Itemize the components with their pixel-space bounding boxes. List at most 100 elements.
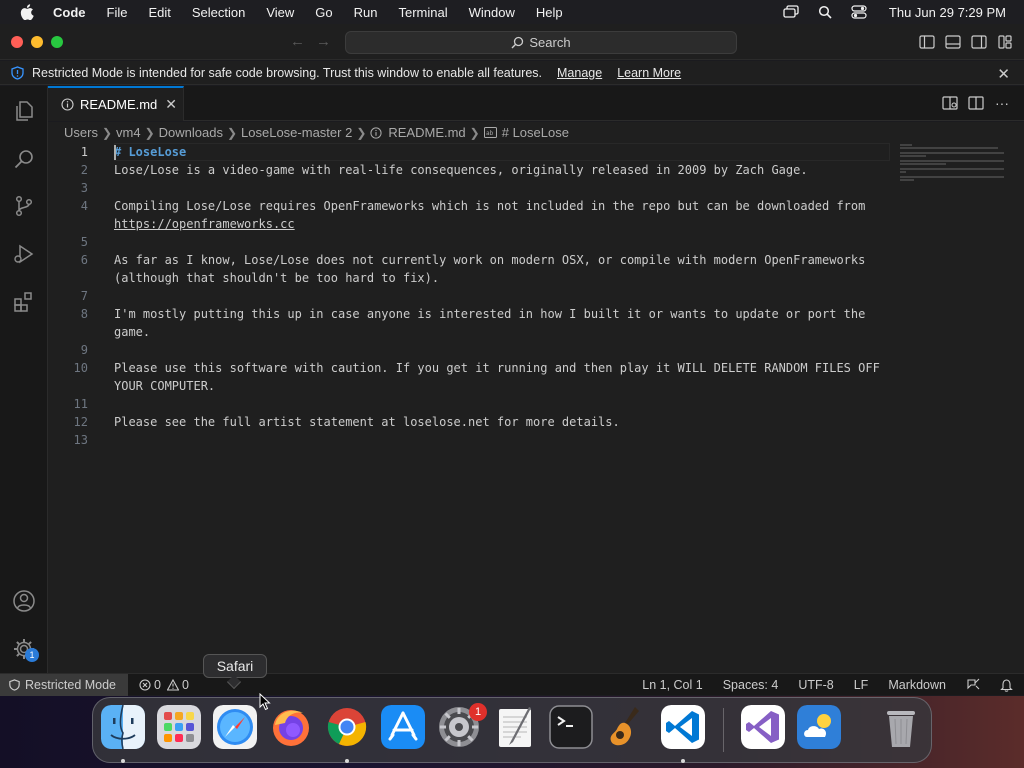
menu-terminal[interactable]: Terminal — [399, 5, 448, 20]
chevron-right-icon: ❯ — [101, 125, 113, 140]
code-line[interactable]: As far as I know, Lose/Lose does not cur… — [114, 251, 865, 269]
toggle-panel-icon[interactable] — [944, 33, 962, 51]
chevron-right-icon: ❯ — [469, 125, 480, 140]
chrome-icon[interactable] — [325, 705, 369, 749]
close-icon[interactable]: ✕ — [997, 65, 1010, 83]
indentation-status[interactable]: Spaces: 4 — [723, 678, 779, 692]
code-line[interactable]: Please use this software with caution. I… — [114, 359, 880, 377]
menu-edit[interactable]: Edit — [148, 5, 170, 20]
menu-help[interactable]: Help — [536, 5, 563, 20]
go-forward-icon[interactable]: → — [316, 33, 331, 50]
mouse-pointer-icon — [259, 692, 271, 716]
menu-window[interactable]: Window — [469, 5, 515, 20]
tab-label: README.md — [80, 97, 158, 112]
extensions-icon[interactable] — [10, 288, 38, 316]
restricted-mode-status[interactable]: Restricted Mode — [0, 674, 128, 696]
notifications-bell-icon[interactable] — [1000, 678, 1014, 692]
safari-icon[interactable] — [213, 705, 257, 749]
chevron-right-icon: ❯ — [356, 125, 367, 140]
text-cursor — [114, 145, 116, 160]
code-line[interactable]: I'm mostly putting this up in case anyon… — [114, 305, 865, 323]
source-control-icon[interactable] — [10, 192, 38, 220]
code-line[interactable]: Compiling Lose/Lose requires OpenFramewo… — [114, 197, 865, 215]
breadcrumb-users[interactable]: Users — [64, 125, 98, 140]
shield-icon — [11, 65, 25, 80]
code-line[interactable]: YOUR COMPUTER. — [114, 377, 215, 395]
dock-tooltip: Safari — [203, 654, 267, 678]
code-line-link[interactable]: https://openframeworks.cc — [114, 215, 295, 233]
code-line[interactable]: Please see the full artist statement at … — [114, 413, 620, 431]
garageband-icon[interactable] — [605, 705, 649, 749]
code-line[interactable]: (although that shouldn't be too hard to … — [114, 269, 439, 287]
code-line[interactable]: # LoseLose — [114, 143, 186, 161]
eol-status[interactable]: LF — [854, 678, 869, 692]
code-line[interactable]: game. — [114, 323, 150, 341]
code-line[interactable]: Lose/Lose is a video-game with real-life… — [114, 161, 808, 179]
window-close-button[interactable] — [11, 36, 23, 48]
breadcrumb-file[interactable]: README.md — [388, 125, 465, 140]
visual-studio-icon[interactable] — [741, 705, 785, 749]
feedback-icon[interactable] — [966, 678, 980, 692]
menu-view[interactable]: View — [266, 5, 294, 20]
trash-icon[interactable] — [879, 705, 923, 749]
line-number: 3 — [80, 181, 88, 195]
menu-app-name[interactable]: Code — [53, 5, 86, 20]
problems-status[interactable]: 0 0 — [139, 674, 189, 696]
tab-close-icon[interactable]: ✕ — [165, 96, 177, 113]
app-store-icon[interactable] — [381, 705, 425, 749]
menu-selection[interactable]: Selection — [192, 5, 245, 20]
macos-menubar: Code File Edit Selection View Go Run Ter… — [0, 0, 1024, 24]
command-center-search[interactable]: Search — [345, 31, 737, 54]
customize-layout-icon[interactable] — [996, 33, 1014, 51]
line-number: 10 — [73, 361, 88, 375]
finder-icon[interactable] — [101, 705, 145, 749]
textedit-icon[interactable] — [493, 705, 537, 749]
accounts-icon[interactable] — [10, 587, 38, 615]
window-minimize-button[interactable] — [31, 36, 43, 48]
go-back-icon[interactable]: ← — [290, 33, 305, 50]
banner-learn-more-link[interactable]: Learn More — [617, 66, 681, 80]
window-zoom-button[interactable] — [51, 36, 63, 48]
control-center-icon[interactable] — [851, 4, 867, 20]
cursor-position-status[interactable]: Ln 1, Col 1 — [642, 678, 702, 692]
more-actions-icon[interactable]: ··· — [994, 95, 1010, 111]
search-icon — [511, 36, 524, 49]
breadcrumb-symbol[interactable]: # LoseLose — [502, 125, 569, 140]
menu-go[interactable]: Go — [315, 5, 332, 20]
breadcrumb-downloads[interactable]: Downloads — [159, 125, 223, 140]
encoding-status[interactable]: UTF-8 — [798, 678, 833, 692]
line-number: 1 — [80, 145, 88, 159]
terminal-icon[interactable] — [549, 705, 593, 749]
line-number: 12 — [73, 415, 88, 429]
error-count: 0 — [154, 678, 161, 692]
open-preview-to-side-icon[interactable] — [942, 95, 958, 111]
menu-file[interactable]: File — [107, 5, 128, 20]
split-editor-icon[interactable] — [968, 95, 984, 111]
vscode-icon[interactable] — [661, 705, 705, 749]
minimap[interactable] — [900, 143, 1008, 183]
breadcrumb-vm4[interactable]: vm4 — [116, 125, 141, 140]
line-number: 5 — [80, 235, 88, 249]
weather-icon[interactable] — [797, 705, 841, 749]
code-editor[interactable]: 1 # LoseLose 2 Lose/Lose is a video-game… — [48, 143, 1024, 673]
launchpad-icon[interactable] — [157, 705, 201, 749]
explorer-icon[interactable] — [10, 97, 38, 125]
spotlight-search-icon[interactable] — [817, 4, 833, 20]
toggle-secondary-sidebar-icon[interactable] — [970, 33, 988, 51]
firefox-icon[interactable] — [269, 705, 313, 749]
banner-message: Restricted Mode is intended for safe cod… — [32, 65, 542, 80]
toggle-primary-sidebar-icon[interactable] — [918, 33, 936, 51]
screen-mirroring-icon[interactable] — [783, 4, 799, 20]
tab-readme[interactable]: README.md ✕ — [48, 86, 184, 121]
menu-run[interactable]: Run — [354, 5, 378, 20]
run-and-debug-icon[interactable] — [10, 240, 38, 268]
window-titlebar: ← → Search — [0, 24, 1024, 60]
search-icon[interactable] — [10, 145, 38, 173]
menubar-clock[interactable]: Thu Jun 29 7:29 PM — [889, 5, 1006, 20]
language-mode-status[interactable]: Markdown — [888, 678, 946, 692]
breadcrumb-folder[interactable]: LoseLose-master 2 — [241, 125, 352, 140]
activity-bar — [0, 86, 48, 673]
banner-manage-link[interactable]: Manage — [557, 66, 602, 80]
line-number — [48, 323, 88, 341]
apple-icon[interactable] — [17, 0, 37, 24]
